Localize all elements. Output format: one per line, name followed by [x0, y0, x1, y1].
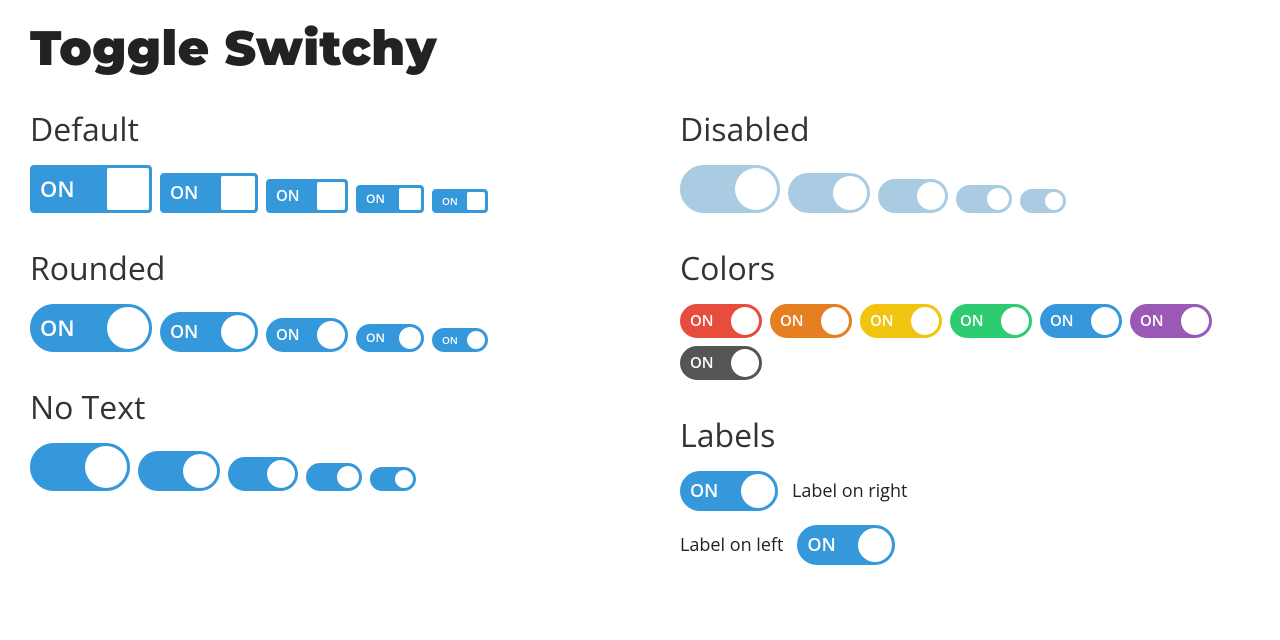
toggle-default-lg[interactable]: ON	[160, 173, 258, 213]
toggle-knob	[183, 454, 217, 488]
toggle-on-label: ON	[358, 332, 385, 344]
toggle-disabled-sm	[956, 185, 1012, 213]
toggle-on-label: ON	[268, 328, 300, 343]
section-rounded: Rounded ON ON ON ON	[30, 247, 600, 352]
toggle-knob	[337, 466, 359, 488]
toggle-color-blue[interactable]: ON	[1040, 304, 1122, 338]
toggle-knob	[731, 307, 759, 335]
toggle-knob	[317, 182, 345, 210]
toggle-color-red[interactable]: ON	[680, 304, 762, 338]
toggle-rounded-lg[interactable]: ON	[160, 312, 258, 352]
toggle-notext-sm[interactable]	[306, 463, 362, 491]
toggle-knob	[107, 168, 149, 210]
label-row-right: ON Label on right	[680, 471, 1250, 511]
toggle-on-label: ON	[1132, 314, 1164, 329]
toggle-notext-xs[interactable]	[370, 467, 416, 491]
toggle-knob	[731, 349, 759, 377]
toggle-color-yellow[interactable]: ON	[860, 304, 942, 338]
toggle-notext-md[interactable]	[228, 457, 298, 491]
heading-colors: Colors	[680, 247, 1250, 290]
toggle-knob	[1181, 307, 1209, 335]
toggle-rounded-xl[interactable]: ON	[30, 304, 152, 352]
toggle-knob	[467, 192, 485, 210]
heading-rounded: Rounded	[30, 247, 600, 290]
toggle-rounded-md[interactable]: ON	[266, 318, 348, 352]
toggle-notext-xl[interactable]	[30, 443, 130, 491]
toggle-with-left-label[interactable]: ON	[797, 525, 895, 565]
toggle-knob	[987, 188, 1009, 210]
toggle-on-label: ON	[682, 482, 718, 500]
toggle-knob	[467, 331, 485, 349]
toggle-on-label: ON	[772, 314, 804, 329]
toggle-on-label: ON	[1042, 314, 1074, 329]
toggle-disabled-xl	[680, 165, 780, 213]
toggle-color-orange[interactable]: ON	[770, 304, 852, 338]
toggle-knob	[85, 446, 127, 488]
toggle-on-label: ON	[434, 335, 458, 345]
toggle-default-sm[interactable]: ON	[356, 185, 424, 213]
toggle-on-label: ON	[268, 189, 300, 204]
toggle-disabled-xs	[1020, 189, 1066, 213]
toggle-rounded-sm[interactable]: ON	[356, 324, 424, 352]
toggle-on-label: ON	[952, 314, 984, 329]
section-notext: No Text	[30, 386, 600, 491]
toggle-knob	[858, 528, 892, 562]
toggle-knob	[107, 307, 149, 349]
heading-disabled: Disabled	[680, 108, 1250, 151]
section-labels: Labels ON Label on right Label on left O…	[680, 414, 1250, 565]
toggle-knob	[1045, 192, 1063, 210]
toggle-knob	[399, 188, 421, 210]
toggle-on-label: ON	[682, 314, 714, 329]
toggle-knob	[221, 176, 255, 210]
toggle-knob	[911, 307, 939, 335]
toggle-on-label: ON	[862, 314, 894, 329]
toggle-with-right-label[interactable]: ON	[680, 471, 778, 511]
toggle-disabled-lg	[788, 173, 870, 213]
toggle-knob	[741, 474, 775, 508]
toggle-knob	[1091, 307, 1119, 335]
toggle-on-label: ON	[162, 323, 198, 341]
toggle-label-right: Label on right	[792, 479, 907, 503]
label-row-left: Label on left ON	[680, 525, 1250, 565]
toggle-knob	[395, 470, 413, 488]
toggle-knob	[399, 327, 421, 349]
section-default: Default ON ON ON ON	[30, 108, 600, 213]
heading-default: Default	[30, 108, 600, 151]
toggle-knob	[833, 176, 867, 210]
toggle-on-label: ON	[358, 193, 385, 205]
toggle-default-xs[interactable]: ON	[432, 189, 488, 213]
toggle-on-label: ON	[162, 184, 198, 202]
toggle-on-label: ON	[32, 317, 75, 339]
toggle-default-md[interactable]: ON	[266, 179, 348, 213]
toggle-default-xl[interactable]: ON	[30, 165, 152, 213]
toggle-rounded-xs[interactable]: ON	[432, 328, 488, 352]
toggle-knob	[267, 460, 295, 488]
toggle-knob	[735, 168, 777, 210]
toggle-color-gray[interactable]: ON	[680, 346, 762, 380]
toggle-label-left: Label on left	[680, 533, 783, 557]
toggle-disabled-md	[878, 179, 948, 213]
heading-labels: Labels	[680, 414, 1250, 457]
toggle-on-label: ON	[682, 356, 714, 371]
toggle-knob	[1001, 307, 1029, 335]
toggle-color-green[interactable]: ON	[950, 304, 1032, 338]
heading-notext: No Text	[30, 386, 600, 429]
section-disabled: Disabled	[680, 108, 1250, 213]
toggle-on-label: ON	[434, 196, 458, 206]
toggle-knob	[917, 182, 945, 210]
toggle-on-label: ON	[32, 178, 75, 200]
toggle-notext-lg[interactable]	[138, 451, 220, 491]
page-title: Toggle Switchy	[30, 20, 1250, 78]
toggle-knob	[221, 315, 255, 349]
toggle-knob	[821, 307, 849, 335]
toggle-color-purple[interactable]: ON	[1130, 304, 1212, 338]
toggle-on-label: ON	[799, 536, 835, 554]
toggle-knob	[317, 321, 345, 349]
section-colors: Colors ON ON ON ON	[680, 247, 1250, 380]
